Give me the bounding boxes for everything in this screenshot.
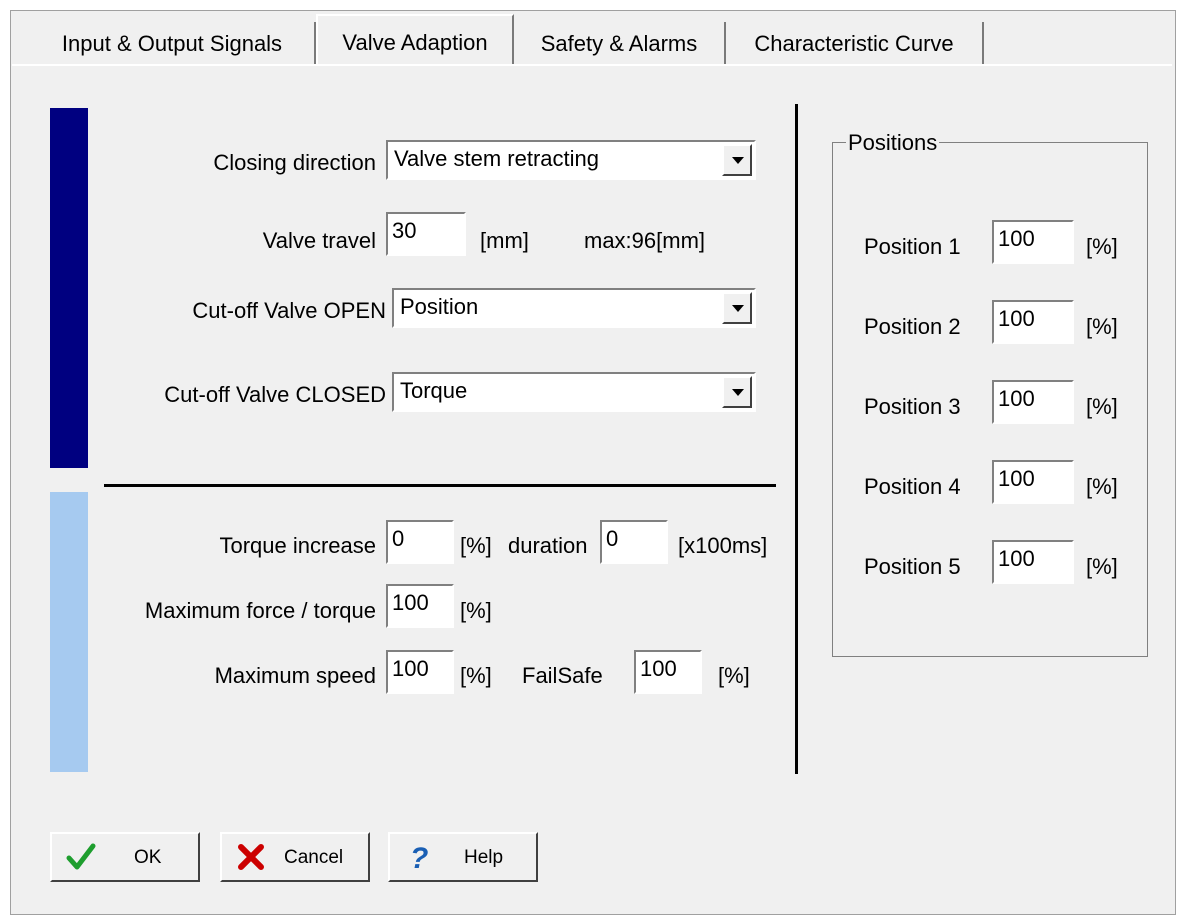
position-4-input[interactable]: 100	[992, 460, 1074, 504]
duration-unit: [x100ms]	[678, 533, 768, 558]
help-question-icon: ?	[410, 842, 428, 872]
position-2-label: Position 2	[864, 314, 961, 339]
dropdown-arrow-icon[interactable]	[722, 292, 752, 324]
help-button[interactable]: ? Help	[388, 832, 538, 882]
position-1-unit: [%]	[1086, 234, 1118, 259]
torque-increase-input[interactable]: 0	[386, 520, 454, 564]
cancel-button[interactable]: Cancel	[220, 832, 370, 882]
tab-label: Valve Adaption	[342, 30, 488, 55]
position-3-label: Position 3	[864, 394, 961, 419]
cutoff-open-value: Position	[400, 294, 479, 319]
failsafe-label: FailSafe	[522, 663, 603, 688]
position-5-label: Position 5	[864, 554, 961, 579]
position-3-input[interactable]: 100	[992, 380, 1074, 424]
max-speed-label: Maximum speed	[214, 663, 376, 688]
max-force-input[interactable]: 100	[386, 584, 454, 628]
position-4-unit: [%]	[1086, 474, 1118, 499]
max-speed-input[interactable]: 100	[386, 650, 454, 694]
torque-increase-unit: [%]	[460, 533, 492, 558]
torque-increase-label: Torque increase	[219, 533, 376, 558]
section-indicator-bar-light	[50, 492, 88, 772]
ok-button-label: OK	[134, 847, 162, 868]
tab-label: Characteristic Curve	[754, 31, 954, 56]
section-indicator-bar-dark	[50, 108, 88, 468]
checkmark-icon	[66, 843, 96, 870]
dropdown-arrow-icon[interactable]	[722, 376, 752, 408]
cutoff-closed-select[interactable]: Torque	[392, 372, 756, 412]
position-5-input[interactable]: 100	[992, 540, 1074, 584]
position-4-label: Position 4	[864, 474, 961, 499]
position-5-unit: [%]	[1086, 554, 1118, 579]
tab-divider	[12, 64, 1172, 66]
closing-direction-value: Valve stem retracting	[394, 146, 600, 171]
cancel-x-icon	[238, 844, 264, 870]
positions-group-title: Positions	[846, 130, 940, 156]
max-force-unit: [%]	[460, 598, 492, 623]
duration-label: duration	[508, 533, 588, 558]
tab-label: Safety & Alarms	[540, 31, 698, 56]
dropdown-arrow-icon[interactable]	[722, 144, 752, 176]
failsafe-unit: [%]	[718, 663, 750, 688]
duration-input[interactable]: 0	[600, 520, 668, 564]
ok-button[interactable]: OK	[50, 832, 200, 882]
tab-safety-alarms[interactable]: Safety & Alarms	[514, 22, 726, 64]
valve-travel-input[interactable]: 30	[386, 212, 466, 256]
tab-label: Input & Output Signals	[61, 31, 283, 56]
tab-characteristic-curve[interactable]: Characteristic Curve	[726, 22, 984, 64]
position-1-label: Position 1	[864, 234, 961, 259]
tab-input-output-signals[interactable]: Input & Output Signals	[30, 22, 316, 64]
position-1-input[interactable]: 100	[992, 220, 1074, 264]
closing-direction-select[interactable]: Valve stem retracting	[386, 140, 756, 180]
closing-direction-label: Closing direction	[213, 150, 376, 175]
help-button-label: Help	[464, 847, 504, 868]
position-2-unit: [%]	[1086, 314, 1118, 339]
svg-text:?: ?	[410, 842, 428, 872]
valve-travel-label: Valve travel	[262, 228, 376, 253]
position-3-unit: [%]	[1086, 394, 1118, 419]
max-force-label: Maximum force / torque	[144, 598, 376, 623]
cancel-button-label: Cancel	[284, 847, 344, 868]
cutoff-open-label: Cut-off Valve OPEN	[192, 298, 386, 323]
max-speed-unit: [%]	[460, 663, 492, 688]
cutoff-open-select[interactable]: Position	[392, 288, 756, 328]
failsafe-input[interactable]: 100	[634, 650, 702, 694]
position-2-input[interactable]: 100	[992, 300, 1074, 344]
column-divider	[795, 104, 798, 774]
valve-travel-unit: [mm]	[480, 228, 529, 253]
valve-travel-max: max:96[mm]	[584, 228, 706, 253]
tab-valve-adaption[interactable]: Valve Adaption	[316, 14, 514, 64]
section-divider	[104, 484, 776, 487]
cutoff-closed-label: Cut-off Valve CLOSED	[164, 382, 386, 407]
cutoff-closed-value: Torque	[400, 378, 468, 403]
